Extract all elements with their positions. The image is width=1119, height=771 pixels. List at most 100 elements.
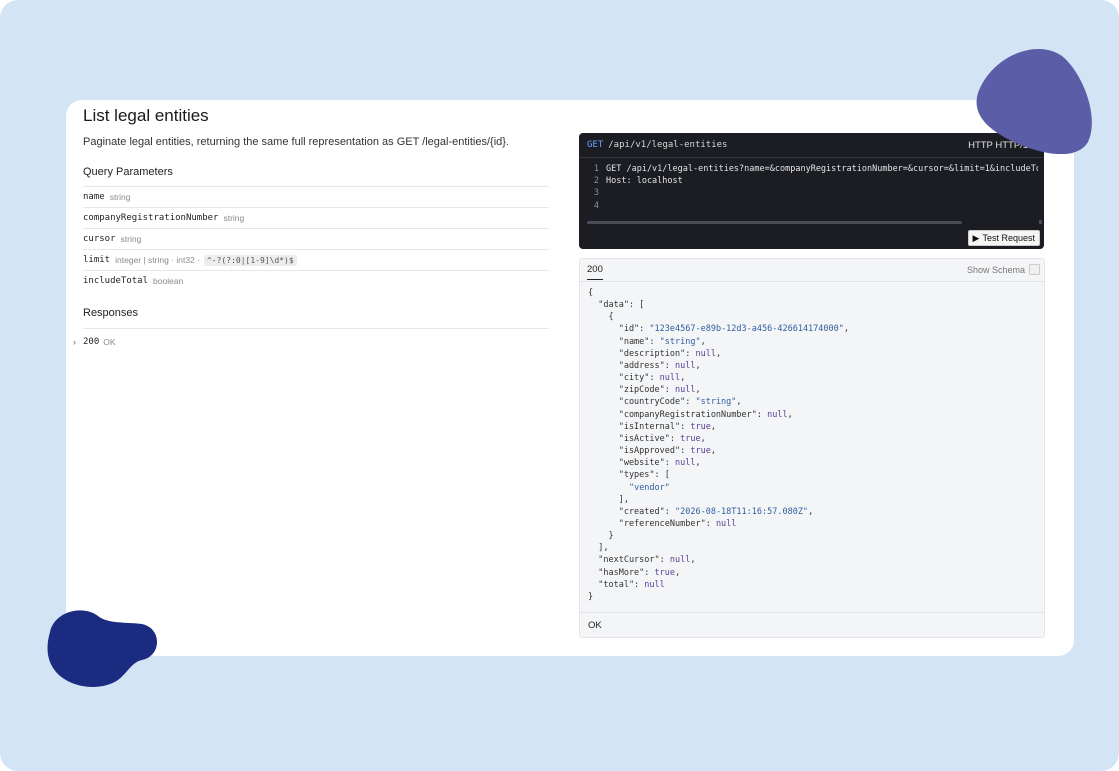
json-line: "types": [ <box>588 469 849 481</box>
json-line: } <box>588 591 849 603</box>
code-line: 3 <box>579 187 1038 199</box>
response-tabs: 200 Show Schema <box>580 259 1044 282</box>
json-token: "vendor" <box>628 482 670 493</box>
json-line: } <box>588 530 849 542</box>
json-token: , <box>715 348 722 359</box>
json-line: ], <box>588 494 849 506</box>
json-line: "city": null, <box>588 372 849 384</box>
json-token: "created": <box>588 506 675 517</box>
parameter-type: string <box>109 192 131 202</box>
json-token: "address": <box>588 360 675 371</box>
json-token: "types": [ <box>588 470 670 481</box>
json-token: "id": <box>588 324 650 335</box>
code-line: 1 GET /api/v1/legal-entities?name=&compan… <box>579 163 1038 175</box>
parameter-type: string <box>223 213 245 223</box>
json-token: "data": [ <box>588 300 645 311</box>
line-number: 2 <box>593 176 599 187</box>
scrollbar-arrow[interactable] <box>1039 220 1042 224</box>
json-token: } <box>588 591 594 602</box>
json-token: , <box>700 433 706 444</box>
json-token: "companyRegistrationNumber": <box>588 409 768 420</box>
line-number: 4 <box>593 200 599 211</box>
json-token: "name": <box>588 336 660 347</box>
json-line: "description": null, <box>588 348 849 360</box>
json-line: "name": "string", <box>588 336 849 348</box>
json-line: "data": [ <box>588 299 849 311</box>
json-token: "countryCode": <box>588 397 696 408</box>
json-token: } <box>588 531 614 542</box>
json-line: "companyRegistrationNumber": null, <box>588 409 849 421</box>
json-line: "referenceNumber": null <box>588 518 849 530</box>
json-token: , <box>787 409 793 420</box>
json-token: , <box>675 567 681 578</box>
json-token: "city": <box>588 373 660 384</box>
json-line: "hasMore": true, <box>588 567 849 579</box>
response-panel: 200 Show Schema { "data": [ { "id": "123… <box>579 258 1045 638</box>
json-line: "isInternal": true, <box>588 421 849 433</box>
json-line: ], <box>588 542 849 554</box>
parameter-name: includeTotal <box>83 276 149 286</box>
decorative-blob-top <box>976 48 1092 154</box>
play-icon: ▶ <box>972 232 980 243</box>
json-line: "countryCode": "string", <box>588 396 849 408</box>
json-token: "nextCursor": <box>588 555 670 566</box>
parameter-pattern: ^-?(?:0|[1-9]\d*)$ <box>203 254 297 266</box>
test-request-button[interactable]: ▶ Test Request <box>967 230 1040 246</box>
tab-200[interactable]: 200 <box>587 264 603 280</box>
json-line: { <box>588 287 849 299</box>
json-token: "description": <box>588 348 696 359</box>
endpoint-card: List legal entities Paginate legal entit… <box>66 100 1074 656</box>
chevron-right-icon: › <box>73 337 76 347</box>
code-text: Host: localhost <box>606 176 683 187</box>
json-token: ], <box>588 543 609 554</box>
json-token: null <box>669 555 691 566</box>
query-parameters-heading: Query Parameters <box>83 166 173 178</box>
json-token: null <box>675 360 696 371</box>
json-token: { <box>588 312 614 323</box>
horizontal-scrollbar[interactable] <box>587 221 962 224</box>
json-token: null <box>695 348 716 359</box>
json-token: , <box>736 397 742 408</box>
show-schema-checkbox[interactable] <box>1029 264 1040 275</box>
decorative-blob-bottom <box>47 610 157 687</box>
json-line: "nextCursor": null, <box>588 554 849 566</box>
request-code-editor[interactable]: 1 GET /api/v1/legal-entities?name=&compan… <box>579 163 1038 219</box>
response-row-200[interactable]: › 200 OK <box>73 337 116 347</box>
json-token: "total": <box>588 579 645 590</box>
json-token: , <box>695 458 701 469</box>
response-footer-divider <box>580 612 1044 613</box>
parameter-name: name <box>83 192 105 202</box>
parameter-name: limit <box>83 255 111 265</box>
parameter-name: companyRegistrationNumber <box>83 213 219 223</box>
json-token: , <box>710 421 716 432</box>
json-token: null <box>715 518 737 529</box>
code-line: 4 <box>579 200 1038 212</box>
line-number: 3 <box>593 188 599 199</box>
response-code: 200 <box>83 337 100 347</box>
json-line: "isApproved": true, <box>588 445 849 457</box>
json-token: , <box>700 336 706 347</box>
json-token: "isApproved": <box>588 446 691 457</box>
json-token: "zipCode": <box>588 385 675 396</box>
page-title: List legal entities <box>83 106 209 125</box>
json-token: "referenceNumber": <box>588 518 716 529</box>
test-request-label: Test Request <box>982 233 1035 243</box>
json-token: "string" <box>659 336 701 347</box>
json-token: true <box>680 433 701 444</box>
page-background: List legal entities Paginate legal entit… <box>0 0 1119 771</box>
json-token: "2026-08-18T11:16:57.080Z" <box>675 506 809 517</box>
json-token: true <box>654 567 676 578</box>
json-token: "isActive": <box>588 433 681 444</box>
json-token: "hasMore": <box>588 567 655 578</box>
show-schema-label: Show Schema <box>966 264 1025 275</box>
json-line: "address": null, <box>588 360 849 372</box>
parameter-row: cursor string <box>83 228 549 249</box>
parameter-row: limit integer | string · int32 · ^-?(?:0|[… <box>83 249 549 270</box>
json-token: , <box>710 446 716 457</box>
responses-heading: Responses <box>83 307 139 319</box>
responses-divider <box>83 328 549 329</box>
json-token: "123e4567-e89b-12d3-a456-426614174000" <box>649 324 844 335</box>
show-schema-toggle[interactable]: Show Schema <box>967 264 1040 275</box>
response-status-text: OK <box>588 620 602 631</box>
